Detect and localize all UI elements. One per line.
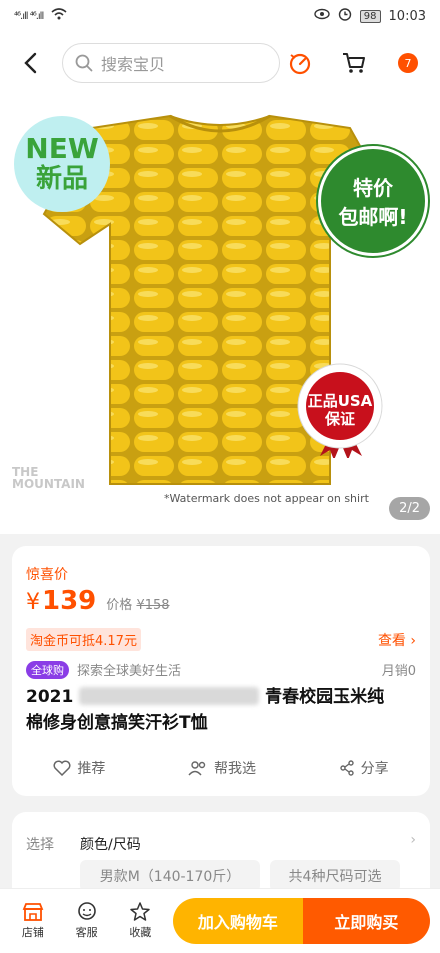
back-button[interactable] <box>12 45 48 81</box>
signal-icon: ⁴⁶.ıll ⁴⁶.ıll <box>14 10 44 22</box>
eye-icon <box>314 8 330 24</box>
star-icon <box>130 902 151 921</box>
options-label: 选择 <box>26 837 54 853</box>
store-button[interactable]: 店铺 <box>6 902 60 940</box>
status-bar: ⁴⁶.ıll ⁴⁶.ıll 98 10:03 <box>0 0 440 32</box>
current-price: 139 <box>42 586 97 616</box>
heart-icon <box>53 760 71 776</box>
global-buy-row[interactable]: 全球购 探索全球美好生活 月销0 <box>26 660 416 679</box>
product-image-gallery[interactable]: NEW 新品 特价 包邮啊! 正品USA 保证 THE MOUNTAIN *Wa… <box>0 94 440 534</box>
cart-icon <box>343 53 365 73</box>
alarm-icon <box>338 7 352 25</box>
clock-time: 10:03 <box>388 8 426 24</box>
watermark-logo: THE MOUNTAIN <box>12 465 85 491</box>
more-menu-button[interactable]: 7 <box>394 49 422 77</box>
wifi-icon <box>51 8 67 24</box>
search-icon <box>75 54 93 72</box>
coin-offer-badge: 淘金币可抵4.17元 <box>26 628 141 651</box>
sale-badge: 特价 包邮啊! <box>318 146 428 256</box>
chevron-right-icon: › <box>410 832 416 848</box>
notification-badge: 7 <box>398 53 418 73</box>
share-button[interactable]: 分享 <box>339 758 389 778</box>
top-navigation-bar: 搜索宝贝 7 <box>0 32 440 94</box>
product-title: 2021 青春校园玉米纯 棉修身创意搞笑汗衫T恤 <box>26 687 385 733</box>
search-placeholder: 搜索宝贝 <box>101 55 166 74</box>
search-input[interactable]: 搜索宝贝 <box>62 43 280 83</box>
product-actions: 推荐 帮我选 分享 <box>12 758 430 778</box>
image-counter: 2/2 <box>389 497 430 520</box>
new-badge: NEW 新品 <box>14 116 110 212</box>
authentic-seal: 正品USA 保证 <box>292 362 388 460</box>
view-offer-link[interactable]: 查看 › <box>378 630 416 650</box>
blurred-text <box>79 687 260 705</box>
original-price: 价格 ¥158 <box>106 598 170 613</box>
share-icon <box>339 760 354 776</box>
monthly-sales: 月销0 <box>381 664 416 679</box>
battery-icon: 98 <box>359 9 381 23</box>
speed-icon[interactable] <box>286 49 314 77</box>
back-arrow-icon <box>24 52 37 74</box>
store-icon <box>22 903 44 921</box>
chat-icon <box>77 902 96 920</box>
promo-label: 惊喜价 <box>26 567 68 583</box>
recommend-button[interactable]: 推荐 <box>53 758 105 778</box>
watermark-note: *Watermark does not appear on shirt <box>164 492 369 505</box>
options-name: 颜色/尺码 <box>80 837 141 853</box>
global-buy-tag: 全球购 <box>26 660 69 679</box>
cart-button[interactable] <box>340 49 368 77</box>
currency-symbol: ¥ <box>26 590 40 615</box>
product-info-card: 惊喜价 ¥ 139 价格 ¥158 淘金币可抵4.17元 查看 › 全球购 探索… <box>12 546 430 796</box>
add-to-cart-button[interactable]: 加入购物车 <box>173 898 303 944</box>
global-buy-text: 探索全球美好生活 <box>77 664 182 679</box>
bottom-action-bar: 店铺 客服 收藏 加入购物车 立即购买 <box>0 888 440 953</box>
buy-now-button[interactable]: 立即购买 <box>302 898 431 944</box>
help-choose-button[interactable]: 帮我选 <box>188 758 256 778</box>
favorite-button[interactable]: 收藏 <box>114 902 168 940</box>
price-row: ¥ 139 价格 ¥158 <box>26 586 170 616</box>
people-icon <box>188 761 206 776</box>
service-button[interactable]: 客服 <box>60 902 114 940</box>
